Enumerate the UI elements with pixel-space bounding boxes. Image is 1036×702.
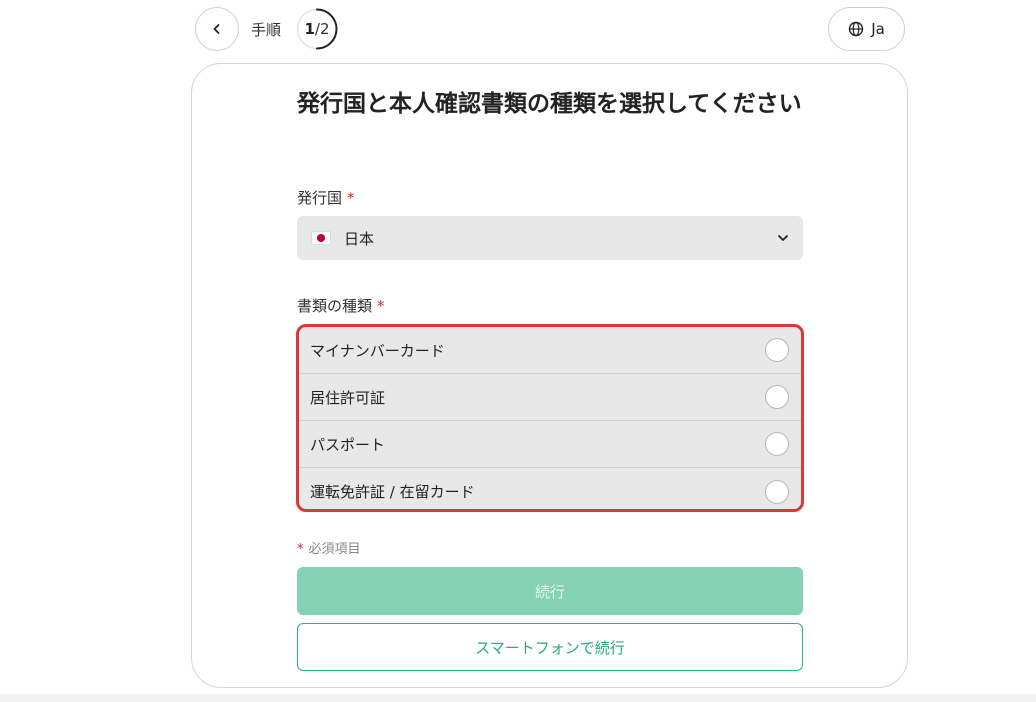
continue-on-smartphone-button[interactable]: スマートフォンで続行 [297, 623, 803, 671]
country-value: 日本 [344, 229, 375, 248]
globe-icon [848, 21, 864, 37]
step-total: 2 [319, 20, 330, 38]
page-title: 発行国と本人確認書類の種類を選択してください [297, 91, 802, 117]
radio-button[interactable] [765, 479, 789, 504]
step-progress-indicator: 1/2 [296, 8, 338, 50]
required-note: * 必須項目 [297, 538, 361, 557]
doc-type-field-label: 書類の種類 * [297, 295, 385, 316]
required-asterisk: * [297, 542, 304, 557]
country-select[interactable]: 日本 [297, 216, 803, 260]
required-asterisk: * [347, 189, 355, 207]
doc-type-option-label: 居住許可証 [310, 388, 386, 407]
country-label-text: 発行国 [297, 189, 343, 207]
document-type-radio-group: マイナンバーカード 居住許可証 パスポート 運転免許証 / 在留カード [296, 324, 804, 512]
language-button[interactable]: Ja [828, 7, 905, 51]
doc-type-option[interactable]: パスポート [299, 421, 801, 468]
doc-type-option-label: マイナンバーカード [310, 341, 445, 360]
radio-button[interactable] [765, 385, 789, 409]
required-asterisk: * [377, 297, 385, 315]
continue-button[interactable]: 続行 [297, 567, 803, 615]
language-label: Ja [871, 20, 885, 38]
doc-type-option[interactable]: 運転免許証 / 在留カード [299, 468, 801, 509]
doc-type-option-label: パスポート [310, 435, 386, 454]
radio-button[interactable] [765, 432, 789, 456]
required-note-text: 必須項目 [308, 542, 361, 557]
country-field-label: 発行国 * [297, 187, 355, 208]
radio-button[interactable] [765, 338, 789, 362]
page-bottom-strip [0, 694, 1036, 702]
doc-type-option[interactable]: マイナンバーカード [299, 327, 801, 374]
step-label: 手順 [251, 21, 282, 39]
chevron-down-icon [778, 235, 788, 241]
step-current: 1 [304, 20, 315, 38]
back-button[interactable] [195, 7, 239, 51]
doc-type-option-label: 運転免許証 / 在留カード [310, 483, 475, 501]
japan-flag-icon [311, 231, 331, 245]
doc-type-option[interactable]: 居住許可証 [299, 374, 801, 421]
doc-type-label-text: 書類の種類 [297, 297, 373, 315]
chevron-left-icon [213, 24, 220, 34]
